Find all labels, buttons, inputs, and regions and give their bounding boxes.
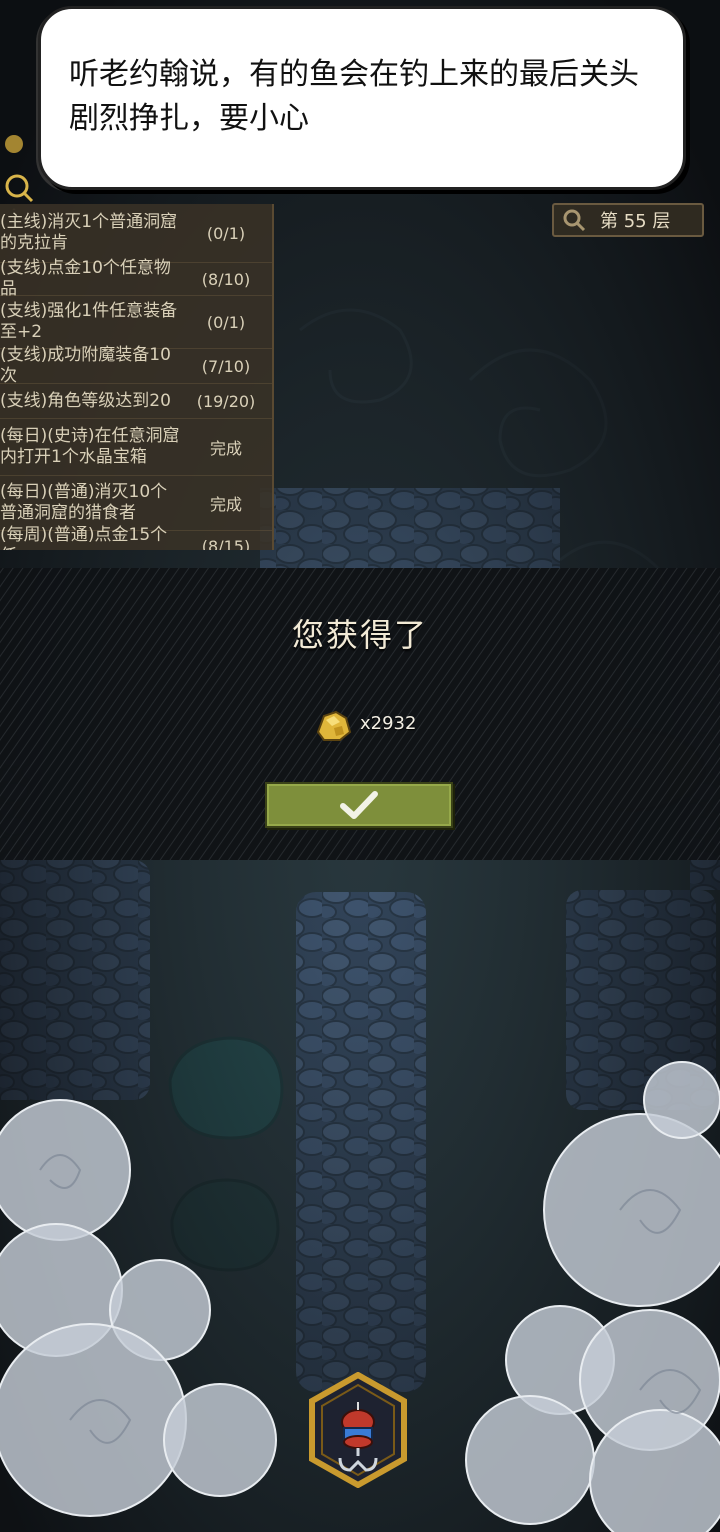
reward-item: x2932 — [312, 700, 416, 746]
gold-nugget-icon — [316, 710, 352, 741]
quest-row[interactable]: (支线)强化1件任意装备至+2 (0/1) — [0, 296, 272, 349]
quest-status: (7/10) — [201, 356, 251, 376]
quest-title: (支线)角色等级达到20 — [0, 390, 171, 411]
quest-title: (支线)点金10个任意物品 — [0, 258, 171, 299]
quest-title: (每周)(普通)点金15个任 — [0, 525, 168, 550]
quest-status: 完成 — [209, 495, 242, 514]
reward-title: 您获得了 — [291, 616, 428, 654]
reward-count: x2932 — [360, 712, 417, 734]
quest-status: (0/1) — [206, 312, 246, 332]
quest-list-panel[interactable]: (主线)消灭1个普通洞窟的克拉肯 (0/1) (支线)点金10个任意物品 (8/… — [0, 204, 274, 550]
quest-row[interactable]: (支线)成功附魔装备10次 (7/10) — [0, 345, 272, 386]
dialog-text: 听老约翰说，有的鱼会在钓上来的最后关头 剧烈挣扎，要小心 — [69, 57, 639, 136]
dialog-bubble[interactable]: 听老约翰说，有的鱼会在钓上来的最后关头 剧烈挣扎，要小心 — [38, 6, 686, 190]
quest-status: (19/20) — [196, 391, 256, 411]
quest-status: 完成 — [209, 439, 242, 458]
quest-row[interactable]: (支线)点金10个任意物品 (8/10) — [0, 258, 272, 299]
quest-row[interactable]: (支线)角色等级达到20 (19/20) — [0, 384, 272, 419]
quest-title: (每日)(普通)消灭10个普通洞窟的猎食者 — [0, 482, 168, 523]
quest-row[interactable]: (每周)(普通)点金15个任 (8/15) — [0, 525, 272, 551]
quest-title: (支线)成功附魔装备10次 — [0, 345, 171, 386]
floor-indicator[interactable]: 第 55 层 — [552, 203, 704, 237]
floor-label: 第 55 层 — [600, 211, 671, 232]
fishing-button[interactable] — [306, 1371, 410, 1489]
quest-title: (支线)强化1件任意装备至+2 — [0, 301, 178, 342]
quest-row[interactable]: (每日)(普通)消灭10个普通洞窟的猎食者 完成 — [0, 476, 272, 531]
quest-status: (8/15) — [201, 536, 251, 551]
fishing-bobber-hook-icon — [309, 1371, 407, 1489]
quest-row[interactable]: (主线)消灭1个普通洞窟的克拉肯 (0/1) — [0, 204, 272, 263]
quest-title: (每日)(史诗)在任意洞窟内打开1个水晶宝箱 — [0, 426, 180, 467]
quest-status: (8/10) — [201, 269, 251, 289]
magnifier-icon — [563, 209, 586, 232]
gold-small-icon — [5, 135, 23, 153]
quest-title: (主线)消灭1个普通洞窟的克拉肯 — [0, 212, 178, 253]
quest-row[interactable]: (每日)(史诗)在任意洞窟内打开1个水晶宝箱 完成 — [0, 419, 272, 476]
checkmark-icon — [340, 791, 378, 819]
quest-status: (0/1) — [206, 223, 246, 243]
confirm-button[interactable] — [265, 782, 453, 828]
